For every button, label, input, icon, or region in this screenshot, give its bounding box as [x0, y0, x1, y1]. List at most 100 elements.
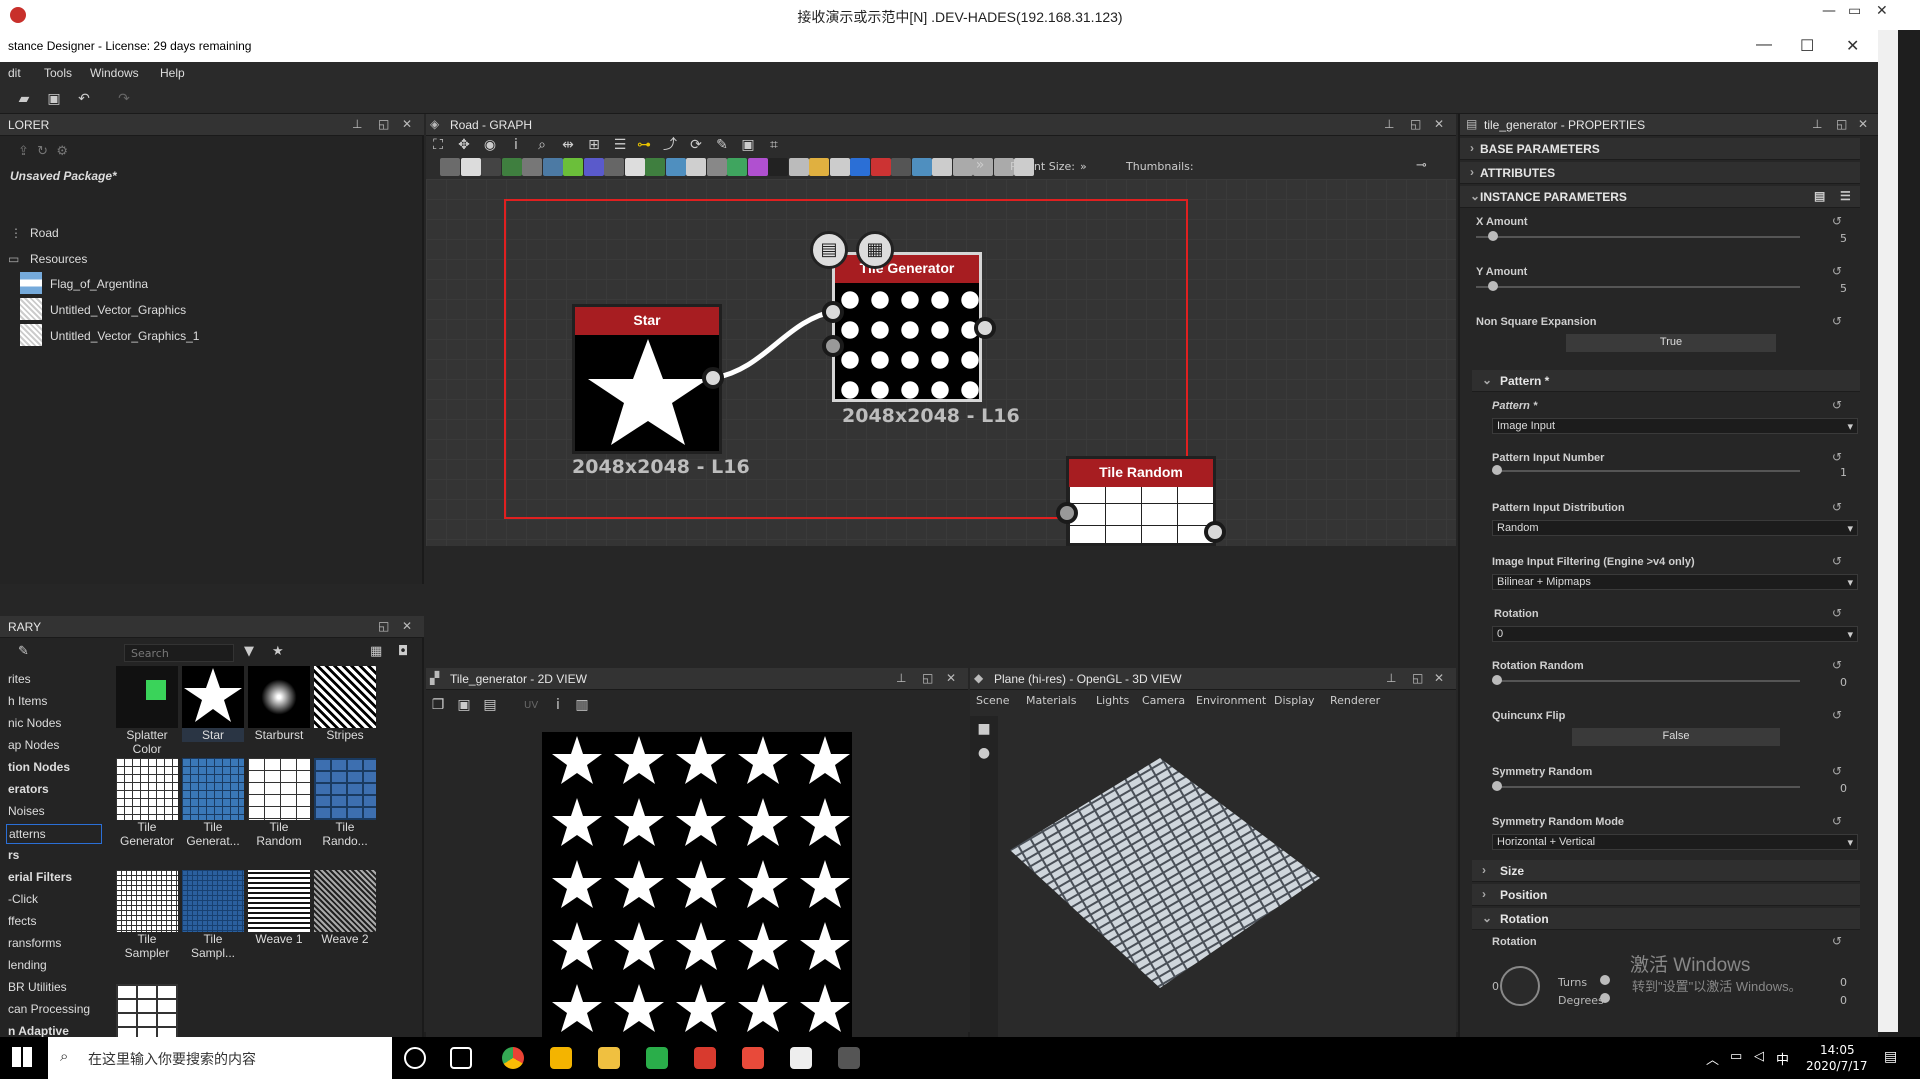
network-icon[interactable]: ▭ — [1730, 1049, 1742, 1064]
atomic-node-icon[interactable] — [829, 158, 850, 176]
section-pattern[interactable]: ⌄ Pattern * — [1472, 370, 1860, 392]
node-tile-generator-input-port-2[interactable] — [822, 335, 844, 357]
float-icon[interactable]: ◱ — [1412, 671, 1423, 685]
pin-icon[interactable]: ⊥ — [352, 117, 362, 131]
paste-icon[interactable]: ▤ — [482, 698, 498, 712]
atomic-node-icon[interactable] — [932, 158, 952, 176]
library-category[interactable]: can Processing — [8, 1002, 90, 1016]
atomic-node-icon[interactable] — [788, 158, 809, 176]
info-icon[interactable]: i — [550, 698, 566, 712]
x-amount-knob[interactable] — [1488, 231, 1498, 241]
maximize-icon[interactable]: ☐ — [1800, 36, 1814, 56]
reset-icon[interactable]: ↺ — [1832, 450, 1848, 464]
pin-icon[interactable]: ⊥ — [896, 671, 906, 685]
atomic-node-icon[interactable] — [440, 158, 460, 176]
reset-icon[interactable]: ↺ — [1832, 658, 1848, 672]
app-icon[interactable] — [550, 1047, 572, 1069]
symmetry-random-slider[interactable] — [1492, 786, 1800, 788]
cortana-icon[interactable] — [404, 1047, 426, 1069]
rotation-dial[interactable] — [1500, 966, 1540, 1006]
image-input-filtering-dropdown[interactable]: Bilinear + Mipmaps — [1492, 574, 1858, 590]
atomic-node-icon[interactable] — [460, 158, 481, 176]
atomic-node-icon[interactable] — [583, 158, 604, 176]
y-amount-slider[interactable] — [1476, 286, 1800, 288]
atomic-node-icon[interactable] — [850, 158, 870, 176]
close-panel-icon[interactable]: ✕ — [946, 671, 956, 685]
library-item[interactable]: Tile Sampler — [116, 870, 178, 960]
save-image-icon[interactable]: ▣ — [456, 698, 472, 712]
library-category-selected[interactable]: atterns — [6, 824, 102, 844]
graph-canvas[interactable]: Star 2048x2048 - L16 Tile Generator ▤ ▦ … — [426, 179, 1456, 546]
atomic-node-icon[interactable] — [952, 158, 973, 176]
tree-item-flag[interactable]: Flag_of_Argentina — [50, 277, 148, 291]
float-icon[interactable]: ◱ — [922, 671, 933, 685]
atomic-node-icon[interactable] — [727, 158, 747, 176]
ime-indicator[interactable]: 中 — [1776, 1049, 1789, 1068]
library-item[interactable]: Tile Sampl... — [182, 870, 244, 960]
refresh-icon[interactable]: ↻ — [37, 144, 48, 159]
volume-icon[interactable]: ◁ — [1754, 1049, 1764, 1064]
filter-icon[interactable]: ▼ — [244, 644, 254, 659]
library-item[interactable]: Tile Generat... — [182, 758, 244, 848]
image-icon[interactable]: ▣ — [740, 138, 756, 152]
library-category[interactable]: ffects — [8, 914, 36, 928]
pattern-input-number-knob[interactable] — [1492, 465, 1502, 475]
quincunx-flip-toggle[interactable]: False — [1572, 728, 1780, 746]
remote-close-icon[interactable]: ✕ — [1876, 3, 1888, 19]
library-category[interactable]: ap Nodes — [8, 738, 59, 752]
reset-icon[interactable]: ↺ — [1832, 554, 1848, 568]
pin-icon[interactable]: ⊥ — [1812, 117, 1822, 131]
zoom-icon[interactable]: ⌕ — [534, 138, 550, 152]
document-badge-icon[interactable]: ▤ — [810, 231, 848, 269]
tree-item-resources[interactable]: Resources — [30, 252, 87, 266]
rotation-random-slider[interactable] — [1492, 680, 1800, 682]
reset-icon[interactable]: ↺ — [1832, 214, 1848, 228]
library-item[interactable]: Tile Generator — [116, 758, 178, 848]
remote-restore-icon[interactable]: ▭ — [1848, 3, 1861, 19]
reset-icon[interactable]: ↺ — [1832, 264, 1848, 278]
atomic-node-icon[interactable] — [542, 158, 563, 176]
tree-item-vector[interactable]: Untitled_Vector_Graphics — [50, 303, 186, 317]
section-rotation[interactable]: ⌄ Rotation — [1472, 908, 1860, 930]
pin-icon[interactable]: ⊥ — [1384, 117, 1394, 131]
atomic-node-icon[interactable] — [563, 158, 583, 176]
taskbar-search[interactable]: ⌕ 在这里输入你要搜索的内容 — [48, 1037, 392, 1079]
pin-icon[interactable]: ⊥ — [1386, 671, 1396, 685]
atomic-node-icon[interactable] — [665, 158, 686, 176]
atomic-node-icon[interactable] — [911, 158, 932, 176]
thumbnail-toggle-icon[interactable]: ⊸ — [1416, 158, 1427, 173]
pattern-input-distribution-dropdown[interactable]: Random — [1492, 520, 1858, 536]
atomic-node-icon[interactable] — [481, 158, 501, 176]
float-icon[interactable]: ◱ — [1410, 117, 1421, 131]
menu-environment[interactable]: Environment — [1196, 694, 1266, 707]
library-category[interactable]: ransforms — [8, 936, 61, 950]
reset-icon[interactable]: ↺ — [1832, 314, 1848, 328]
section-base-parameters[interactable]: › BASE PARAMETERS — [1460, 138, 1860, 160]
library-item[interactable]: Weave 2 — [314, 870, 376, 946]
reset-icon[interactable]: ↺ — [1832, 398, 1848, 412]
tree-layout-icon[interactable]: ⊞ — [586, 138, 602, 152]
reset-icon[interactable]: ↺ — [1832, 606, 1848, 620]
library-item[interactable]: Starburst — [248, 666, 310, 742]
rotation-dropdown[interactable]: 0 — [1492, 626, 1858, 642]
atomic-node-icon[interactable] — [891, 158, 911, 176]
reset-icon[interactable]: ↺ — [1832, 814, 1848, 828]
align-icon[interactable]: ⇹ — [560, 138, 576, 152]
edit-icon[interactable]: ✎ — [18, 644, 29, 659]
save-icon[interactable]: ▣ — [46, 92, 62, 106]
windows-start-icon[interactable] — [12, 1047, 32, 1067]
remote-minimize-icon[interactable]: — — [1822, 3, 1836, 19]
atomic-node-icon[interactable] — [706, 158, 727, 176]
non-square-expansion-toggle[interactable]: True — [1566, 334, 1776, 352]
library-item-selected[interactable]: Star — [182, 666, 244, 742]
atomic-node-icon[interactable] — [522, 158, 542, 176]
menu-windows[interactable]: Windows — [90, 66, 139, 80]
text-app-icon[interactable] — [790, 1047, 812, 1069]
node-tile-generator[interactable]: Tile Generator — [832, 252, 982, 402]
library-category[interactable]: h Items — [8, 694, 47, 708]
menu-lights[interactable]: Lights — [1096, 694, 1129, 707]
remote-desktop-icon[interactable] — [838, 1047, 860, 1069]
menu-camera[interactable]: Camera — [1142, 694, 1185, 707]
light-bulb-icon[interactable]: ● — [976, 746, 992, 760]
file-explorer-icon[interactable] — [598, 1047, 620, 1069]
